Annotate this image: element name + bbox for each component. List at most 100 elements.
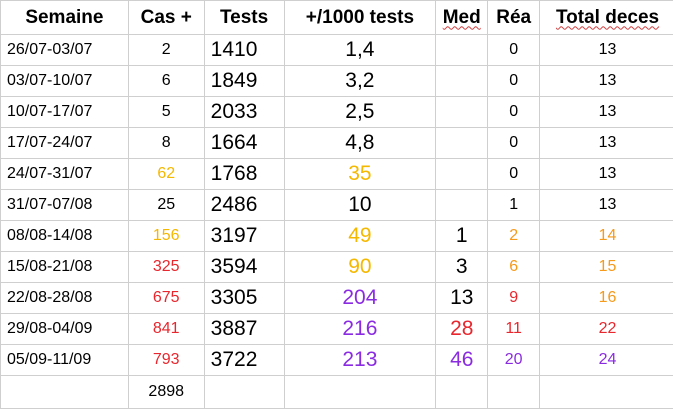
header-rea[interactable]: Réa (487, 0, 541, 35)
cell-tests[interactable]: 1410 (203, 34, 285, 66)
cell-cases[interactable]: 156 (127, 220, 205, 252)
spreadsheet-table: Semaine Cas + Tests +/1000 tests Med Réa… (0, 0, 676, 409)
header-cases-label: Cas + (140, 6, 192, 28)
cell-med[interactable] (435, 34, 489, 66)
cell-med[interactable] (435, 158, 489, 190)
table-row: 08/08-14/08 156 3197 49 1 2 14 (0, 220, 676, 252)
cell-med[interactable]: 28 (435, 313, 489, 345)
cell-ratio[interactable]: 3,2 (283, 65, 437, 97)
header-week[interactable]: Semaine (0, 0, 129, 35)
cell-deaths[interactable]: 13 (539, 189, 676, 221)
cell-tests[interactable]: 3594 (203, 251, 285, 283)
cell-week[interactable]: 15/08-21/08 (0, 251, 129, 283)
cell-week[interactable]: 24/07-31/07 (0, 158, 129, 190)
cell-week[interactable]: 08/08-14/08 (0, 220, 129, 252)
cell-med[interactable]: 3 (435, 251, 489, 283)
cell-med[interactable] (435, 65, 489, 97)
table-row: 22/08-28/08 675 3305 204 13 9 16 (0, 282, 676, 314)
cell-cases[interactable]: 325 (127, 251, 205, 283)
cell-ratio[interactable]: 213 (283, 344, 437, 376)
cell-deaths[interactable]: 13 (539, 158, 676, 190)
cell-rea[interactable]: 0 (487, 127, 541, 159)
cell-med[interactable] (435, 189, 489, 221)
cell-week[interactable]: 22/08-28/08 (0, 282, 129, 314)
cell-cases[interactable]: 5 (127, 96, 205, 128)
cell-tests[interactable]: 2033 (203, 96, 285, 128)
cell-rea[interactable]: 11 (487, 313, 541, 345)
cell-deaths[interactable]: 14 (539, 220, 676, 252)
cell-ratio[interactable]: 2,5 (283, 96, 437, 128)
cell-cases[interactable]: 675 (127, 282, 205, 314)
cell-deaths[interactable]: 22 (539, 313, 676, 345)
cell-tests[interactable]: 3887 (203, 313, 285, 345)
cell-rea[interactable]: 2 (487, 220, 541, 252)
cell-week[interactable]: 29/08-04/09 (0, 313, 129, 345)
total-cell-tests[interactable] (203, 375, 285, 409)
total-cell-rea[interactable] (487, 375, 541, 409)
cell-ratio[interactable]: 35 (283, 158, 437, 190)
cell-rea[interactable]: 9 (487, 282, 541, 314)
cell-week[interactable]: 26/07-03/07 (0, 34, 129, 66)
cell-rea[interactable]: 1 (487, 189, 541, 221)
cell-tests[interactable]: 3305 (203, 282, 285, 314)
total-cell-med[interactable] (435, 375, 489, 409)
cell-deaths[interactable]: 13 (539, 96, 676, 128)
header-tests[interactable]: Tests (203, 0, 285, 35)
cell-deaths[interactable]: 16 (539, 282, 676, 314)
total-cell-deaths[interactable] (539, 375, 676, 409)
cell-tests[interactable]: 3197 (203, 220, 285, 252)
cell-ratio[interactable]: 4,8 (283, 127, 437, 159)
cell-ratio[interactable]: 10 (283, 189, 437, 221)
header-cases[interactable]: Cas + (127, 0, 205, 35)
table-row: 26/07-03/07 2 1410 1,4 0 13 (0, 34, 676, 66)
cell-tests[interactable]: 1664 (203, 127, 285, 159)
cell-med[interactable]: 13 (435, 282, 489, 314)
header-ratio[interactable]: +/1000 tests (283, 0, 437, 35)
cell-cases[interactable]: 25 (127, 189, 205, 221)
cell-rea[interactable]: 20 (487, 344, 541, 376)
cell-tests[interactable]: 1849 (203, 65, 285, 97)
cell-rea[interactable]: 0 (487, 158, 541, 190)
cell-med[interactable] (435, 127, 489, 159)
header-ratio-label: +/1000 tests (305, 6, 415, 28)
cell-week[interactable]: 17/07-24/07 (0, 127, 129, 159)
cell-deaths[interactable]: 13 (539, 34, 676, 66)
cell-med[interactable] (435, 96, 489, 128)
cell-cases[interactable]: 6 (127, 65, 205, 97)
cell-week[interactable]: 10/07-17/07 (0, 96, 129, 128)
cell-deaths[interactable]: 15 (539, 251, 676, 283)
cell-tests[interactable]: 1768 (203, 158, 285, 190)
cell-med[interactable]: 46 (435, 344, 489, 376)
cell-deaths[interactable]: 24 (539, 344, 676, 376)
cell-rea[interactable]: 0 (487, 96, 541, 128)
cell-tests[interactable]: 3722 (203, 344, 285, 376)
cell-cases[interactable]: 2 (127, 34, 205, 66)
cell-rea[interactable]: 0 (487, 34, 541, 66)
cell-cases[interactable]: 62 (127, 158, 205, 190)
cell-med[interactable]: 1 (435, 220, 489, 252)
cell-ratio[interactable]: 1,4 (283, 34, 437, 66)
cell-rea[interactable]: 0 (487, 65, 541, 97)
cell-week[interactable]: 31/07-07/08 (0, 189, 129, 221)
header-rea-label: Réa (496, 6, 532, 28)
cell-week[interactable]: 05/09-11/09 (0, 344, 129, 376)
total-cell-cases[interactable]: 2898 (127, 375, 205, 409)
cell-ratio[interactable]: 90 (283, 251, 437, 283)
cell-deaths[interactable]: 13 (539, 65, 676, 97)
cell-ratio[interactable]: 216 (283, 313, 437, 345)
cell-cases[interactable]: 8 (127, 127, 205, 159)
cell-tests[interactable]: 2486 (203, 189, 285, 221)
total-cell-ratio[interactable] (283, 375, 437, 409)
table-row: 10/07-17/07 5 2033 2,5 0 13 (0, 96, 676, 128)
cell-ratio[interactable]: 49 (283, 220, 437, 252)
cell-rea[interactable]: 6 (487, 251, 541, 283)
cell-cases[interactable]: 793 (127, 344, 205, 376)
total-cell-week[interactable] (0, 375, 129, 409)
cell-week[interactable]: 03/07-10/07 (0, 65, 129, 97)
header-med[interactable]: Med (435, 0, 489, 35)
cell-ratio[interactable]: 204 (283, 282, 437, 314)
cell-deaths[interactable]: 13 (539, 127, 676, 159)
header-deaths[interactable]: Total deces (539, 0, 676, 35)
cell-cases[interactable]: 841 (127, 313, 205, 345)
table-row: 29/08-04/09 841 3887 216 28 11 22 (0, 313, 676, 345)
